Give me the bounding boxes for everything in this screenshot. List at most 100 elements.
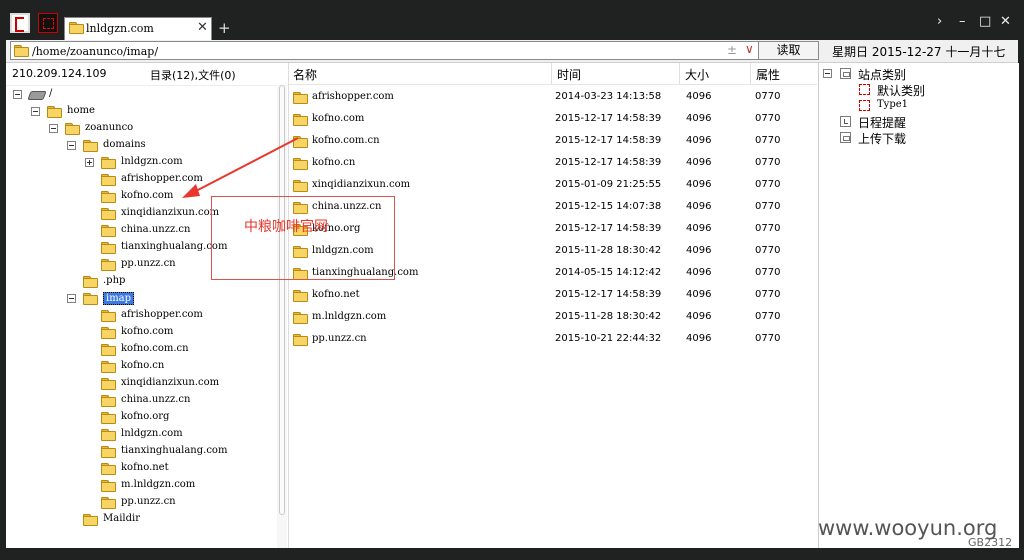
tree-item-label: imap xyxy=(103,292,135,305)
file-attr: 0770 xyxy=(755,267,781,278)
tree-item-label: kofno.com xyxy=(121,326,174,337)
collapse-icon[interactable] xyxy=(13,90,22,99)
server-ip: 210.209.124.109 xyxy=(12,67,107,80)
table-row[interactable]: kofno.com 2015-12-17 14:58:39 4096 0770 xyxy=(289,109,817,131)
table-row[interactable]: m.lnldgzn.com 2015-11-28 18:30:42 4096 0770 xyxy=(289,307,817,329)
column-size[interactable]: 大小 xyxy=(685,66,709,83)
tree-item-label: afrishopper.com xyxy=(121,173,203,184)
column-divider[interactable] xyxy=(750,63,751,84)
file-list-pane: 名称 时间 大小 属性 afrishopper.com 2014-03-23 14… xyxy=(289,63,817,548)
annotation-text: 中粮咖啡官网 xyxy=(244,219,328,235)
file-list-header: 名称 时间 大小 属性 xyxy=(289,63,817,85)
category-icon xyxy=(840,68,851,79)
collapse-icon[interactable] xyxy=(67,141,76,150)
file-size: 4096 xyxy=(686,91,712,102)
tree-scrollbar[interactable] xyxy=(277,85,287,548)
file-attr: 0770 xyxy=(755,289,781,300)
file-size: 4096 xyxy=(686,157,712,168)
folder-icon xyxy=(83,514,98,526)
new-tab-button[interactable]: + xyxy=(218,19,231,37)
expand-icon[interactable] xyxy=(85,158,94,167)
file-time: 2015-12-17 14:58:39 xyxy=(555,113,662,124)
collapse-icon[interactable] xyxy=(823,69,832,78)
chevron-right-icon[interactable]: › xyxy=(937,14,942,29)
table-row[interactable]: xinqidianzixun.com 2015-01-09 21:25:55 409… xyxy=(289,175,817,197)
column-attr[interactable]: 属性 xyxy=(756,66,780,83)
minimize-button[interactable]: – xyxy=(959,14,966,29)
folder-icon xyxy=(65,123,80,135)
screen-record-icon[interactable] xyxy=(38,13,58,33)
path-input[interactable]: /home/zoanunco/imap/ ± ∨ xyxy=(10,41,762,60)
tree-item-label: kofno.org xyxy=(121,411,170,422)
file-attr: 0770 xyxy=(755,311,781,322)
file-attr: 0770 xyxy=(755,245,781,256)
tree-item-label: lnldgzn.com xyxy=(121,428,183,439)
folder-icon xyxy=(101,429,116,441)
annotation-box xyxy=(211,196,395,280)
window-border-bottom xyxy=(0,548,1024,560)
table-row[interactable]: kofno.com.cn 2015-12-17 14:58:39 4096 0770 xyxy=(289,131,817,153)
file-time: 2015-12-17 14:58:39 xyxy=(555,135,662,146)
folder-icon xyxy=(101,361,116,373)
column-divider[interactable] xyxy=(551,63,552,84)
column-time[interactable]: 时间 xyxy=(557,66,581,83)
folder-icon xyxy=(101,378,116,390)
file-attr: 0770 xyxy=(755,179,781,190)
tab-title: lnldgzn.com xyxy=(86,22,154,35)
tree-item-label: Type1 xyxy=(877,99,909,110)
table-row[interactable]: afrishopper.com 2014-03-23 14:13:58 4096 07… xyxy=(289,87,817,109)
table-row[interactable]: kofno.cn 2015-12-17 14:58:39 4096 0770 xyxy=(289,153,817,175)
chevron-down-icon[interactable]: ∨ xyxy=(745,42,754,56)
folder-icon xyxy=(101,191,116,203)
file-size: 4096 xyxy=(686,311,712,322)
tab-close-icon[interactable]: ✕ xyxy=(197,20,208,35)
folder-icon xyxy=(293,334,308,346)
tree-item-label: domains xyxy=(103,139,146,150)
collapse-icon[interactable] xyxy=(67,294,76,303)
folder-icon xyxy=(101,327,116,339)
read-button[interactable]: 读取 xyxy=(758,41,819,60)
tree-item-label: .php xyxy=(103,275,126,286)
file-name: pp.unzz.cn xyxy=(312,333,367,344)
folder-icon xyxy=(101,412,116,424)
folder-icon xyxy=(14,45,29,57)
file-time: 2015-11-28 18:30:42 xyxy=(555,311,662,322)
folder-icon xyxy=(293,312,308,324)
tree-item-label: 默认类别 xyxy=(877,84,926,98)
file-attr: 0770 xyxy=(755,135,781,146)
file-size: 4096 xyxy=(686,267,712,278)
file-name: xinqidianzixun.com xyxy=(312,179,411,190)
file-attr: 0770 xyxy=(755,223,781,234)
tree-item-label: / xyxy=(49,88,53,99)
tab-lnldgzn[interactable]: lnldgzn.com ✕ xyxy=(64,17,212,40)
tree-item-label: china.unzz.cn xyxy=(121,394,191,405)
file-time: 2015-10-21 22:44:32 xyxy=(555,333,662,344)
folder-icon xyxy=(101,259,116,271)
tree-item-label: 上传下载 xyxy=(858,132,907,146)
file-size: 4096 xyxy=(686,333,712,344)
folder-icon xyxy=(101,225,116,237)
tree-header: 210.209.124.109 目录(12),文件(0) xyxy=(6,63,288,86)
collapse-icon[interactable] xyxy=(31,107,40,116)
file-size: 4096 xyxy=(686,245,712,256)
folder-icon xyxy=(101,208,116,220)
scrollbar-thumb[interactable] xyxy=(279,85,285,515)
folder-icon xyxy=(101,446,116,458)
app-logo-icon[interactable] xyxy=(10,13,30,33)
drive-icon xyxy=(27,91,47,100)
file-time: 2015-11-28 18:30:42 xyxy=(555,245,662,256)
directory-tree-pane: 210.209.124.109 目录(12),文件(0) / home zoanun… xyxy=(6,63,289,548)
table-row[interactable]: pp.unzz.cn 2015-10-21 22:44:32 4096 0770 xyxy=(289,329,817,351)
file-attr: 0770 xyxy=(755,113,781,124)
plus-minus-icon[interactable]: ± xyxy=(727,43,737,57)
collapse-icon[interactable] xyxy=(49,124,58,133)
maximize-button[interactable]: □ xyxy=(979,14,991,29)
column-divider[interactable] xyxy=(679,63,680,84)
file-time: 2015-01-09 21:25:55 xyxy=(555,179,662,190)
file-time: 2015-12-15 14:07:38 xyxy=(555,201,662,212)
file-name: kofno.cn xyxy=(312,157,356,168)
column-name[interactable]: 名称 xyxy=(293,66,317,83)
table-row[interactable]: kofno.net 2015-12-17 14:58:39 4096 0770 xyxy=(289,285,817,307)
close-window-button[interactable]: ✕ xyxy=(1000,14,1011,29)
file-size: 4096 xyxy=(686,223,712,234)
